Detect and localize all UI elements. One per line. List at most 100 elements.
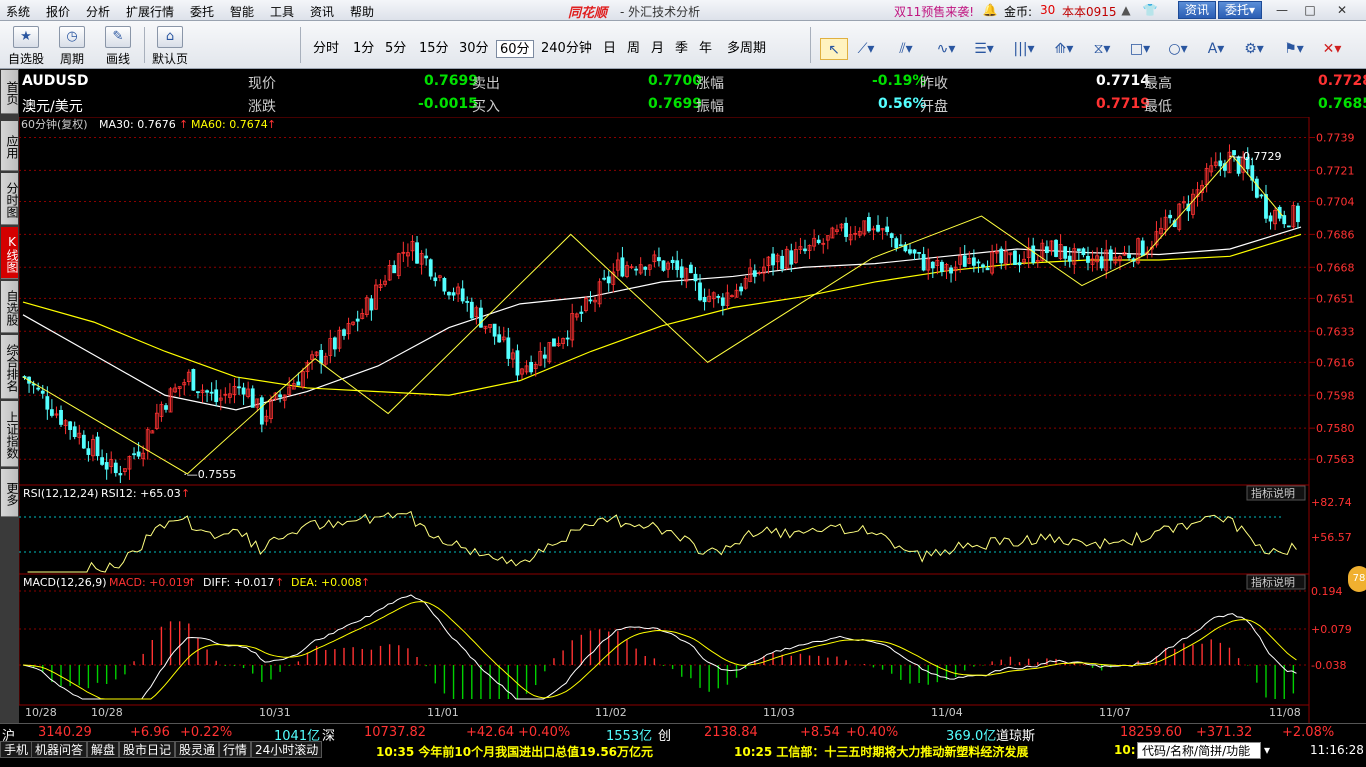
- default-page-button[interactable]: ⌂ 默认页: [150, 24, 190, 66]
- close-button[interactable]: ✕: [1334, 3, 1350, 17]
- ticker-dj-label[interactable]: 道琼斯: [996, 725, 1035, 744]
- candle-body: [100, 457, 104, 465]
- sidebar-tab-kline[interactable]: K线图: [1, 227, 19, 279]
- period-1min[interactable]: 1分: [350, 40, 377, 58]
- watchlist-button[interactable]: ★ 自选股: [6, 24, 46, 66]
- fib-tool-icon[interactable]: ⧖▾: [1088, 38, 1116, 60]
- minimize-button[interactable]: —: [1274, 3, 1290, 17]
- macd-panel[interactable]: [22, 594, 1297, 700]
- search-dropdown-icon[interactable]: ▾: [1264, 743, 1270, 757]
- candle-body: [1218, 160, 1223, 167]
- label-price: 现价: [248, 76, 276, 92]
- bottom-tab-market[interactable]: 行情: [219, 741, 252, 758]
- period-multi[interactable]: 多周期: [724, 40, 769, 58]
- sidebar-tab-watchlist[interactable]: 自选股: [1, 281, 19, 333]
- menu-analysis[interactable]: 分析: [86, 3, 110, 20]
- ticker-cy-value: 2138.84: [704, 725, 758, 740]
- toolbar-divider: [810, 27, 811, 63]
- period-button[interactable]: ◷ 周期: [52, 24, 92, 66]
- period-60min[interactable]: 60分: [496, 40, 534, 58]
- rect-tool-icon[interactable]: □▾: [1126, 38, 1154, 60]
- coins-label: 金币:: [1004, 5, 1033, 19]
- sidebar-tab-apps[interactable]: 应用: [1, 121, 19, 171]
- gear-icon[interactable]: ⚙▾: [1240, 38, 1268, 60]
- menu-help[interactable]: 帮助: [350, 3, 374, 20]
- diff-readout: DIFF: +0.017: [203, 576, 274, 589]
- bottom-tab-linktong[interactable]: 股灵通: [175, 741, 220, 758]
- candle-body: [789, 250, 794, 265]
- ticker-sz-label[interactable]: 深: [322, 725, 335, 744]
- news-button[interactable]: 资讯: [1178, 1, 1216, 19]
- menu-smart[interactable]: 智能: [230, 3, 254, 20]
- menu-news[interactable]: 资讯: [310, 3, 334, 20]
- delete-icon[interactable]: ✕▾: [1318, 38, 1346, 60]
- period-day[interactable]: 日: [600, 40, 619, 58]
- menu-tools[interactable]: 工具: [270, 3, 294, 20]
- sidebar-tab-timeshare[interactable]: 分时图: [1, 173, 19, 225]
- parallel-tool-icon[interactable]: ⫽▾: [892, 38, 920, 60]
- code-search-input[interactable]: 代码/名称/简拼/功能: [1137, 742, 1261, 759]
- period-5min[interactable]: 5分: [382, 40, 409, 58]
- sidebar-tab-ranking[interactable]: 综合排名: [1, 335, 19, 399]
- sidebar-tab-home[interactable]: 首页: [1, 70, 19, 114]
- period-week[interactable]: 周: [624, 40, 643, 58]
- float-widget-badge[interactable]: 78: [1348, 566, 1366, 592]
- period-timeshare[interactable]: 分时: [310, 40, 342, 58]
- rsi-panel[interactable]: [27, 510, 1297, 573]
- ticker-cy-change: +8.54: [800, 725, 840, 740]
- candlesticks[interactable]: [22, 144, 1300, 484]
- kline-chart[interactable]: 0.7739 0.7721 0.7704 0.7686 0.7668 0.7651 0.76…: [19, 117, 1366, 723]
- news-headline-1[interactable]: 10:35 今年前10个月我国进出口总值19.56万亿元: [376, 743, 653, 760]
- news-headline-2[interactable]: 10:25 工信部：十三五时期将大力推动新塑料经济发展: [734, 743, 1028, 760]
- wave-tool-icon[interactable]: ∿▾: [932, 38, 960, 60]
- period-quarter[interactable]: 季: [672, 40, 691, 58]
- period-240min[interactable]: 240分钟: [538, 40, 595, 58]
- candle-body: [1081, 248, 1086, 256]
- ellipse-tool-icon[interactable]: ○▾: [1164, 38, 1192, 60]
- ticker-cy-amount: 369.0亿: [946, 729, 997, 744]
- line-tool-icon[interactable]: ⟋▾: [852, 38, 880, 60]
- menu-system[interactable]: 系统: [6, 3, 30, 20]
- period-15min[interactable]: 15分: [416, 40, 452, 58]
- menu-extended[interactable]: 扩展行情: [126, 3, 174, 20]
- bell-icon[interactable]: 🔔: [982, 2, 998, 18]
- rsi-tick-label: +56.57: [1311, 531, 1352, 544]
- username[interactable]: 本本0915: [1062, 3, 1117, 20]
- candle-body: [803, 248, 807, 252]
- bottom-tab-mobile[interactable]: 手机: [0, 741, 33, 758]
- shirt-icon[interactable]: 👕: [1142, 2, 1158, 18]
- news-headline-3[interactable]: 10:: [1114, 743, 1136, 757]
- bookmark-icon[interactable]: ⚑▾: [1280, 38, 1308, 60]
- period-year[interactable]: 年: [696, 40, 715, 58]
- fan-tool-icon[interactable]: ⟰▾: [1050, 38, 1078, 60]
- menu-quote[interactable]: 报价: [46, 3, 70, 20]
- y-tick-label: 0.7668: [1316, 261, 1355, 274]
- bottom-tab-qa[interactable]: 机器问答: [31, 741, 88, 758]
- maximize-button[interactable]: □: [1302, 3, 1318, 17]
- rsi-explain-label[interactable]: 指标说明: [1251, 486, 1295, 500]
- period-month[interactable]: 月: [648, 40, 667, 58]
- bar-tool-icon[interactable]: |||▾: [1010, 38, 1038, 60]
- alert-icon[interactable]: ▲: [1118, 2, 1134, 18]
- bottom-tab-diary[interactable]: 股市日记: [119, 741, 176, 758]
- ticker-cy-label[interactable]: 创: [658, 725, 671, 744]
- text-tool-icon[interactable]: ☰▾: [970, 38, 998, 60]
- sidebar-tab-more[interactable]: 更多: [1, 469, 19, 517]
- bottom-tab-24h[interactable]: 24小时滚动: [251, 741, 323, 758]
- macd-explain-label[interactable]: 指标说明: [1251, 575, 1295, 589]
- period-30min[interactable]: 30分: [456, 40, 492, 58]
- candle-body: [1031, 245, 1036, 263]
- sidebar-tab-shindex[interactable]: 上证指数: [1, 401, 19, 467]
- draw-button[interactable]: ✎ 画线: [98, 24, 138, 66]
- promo-link[interactable]: 双11预售来袭!: [894, 3, 974, 20]
- candle-body: [771, 253, 775, 266]
- font-tool-icon[interactable]: A▾: [1202, 38, 1230, 60]
- menu-trade[interactable]: 委托: [190, 3, 214, 20]
- rsi-line: [27, 510, 1297, 573]
- bottom-tab-analysis[interactable]: 解盘: [87, 741, 120, 758]
- cursor-icon[interactable]: ↖: [820, 38, 848, 60]
- macd-readout: MACD: +0.019: [109, 576, 190, 589]
- y-tick-label: 0.7721: [1316, 164, 1355, 177]
- candle-body: [515, 350, 520, 376]
- trade-button[interactable]: 委托▾: [1218, 1, 1262, 19]
